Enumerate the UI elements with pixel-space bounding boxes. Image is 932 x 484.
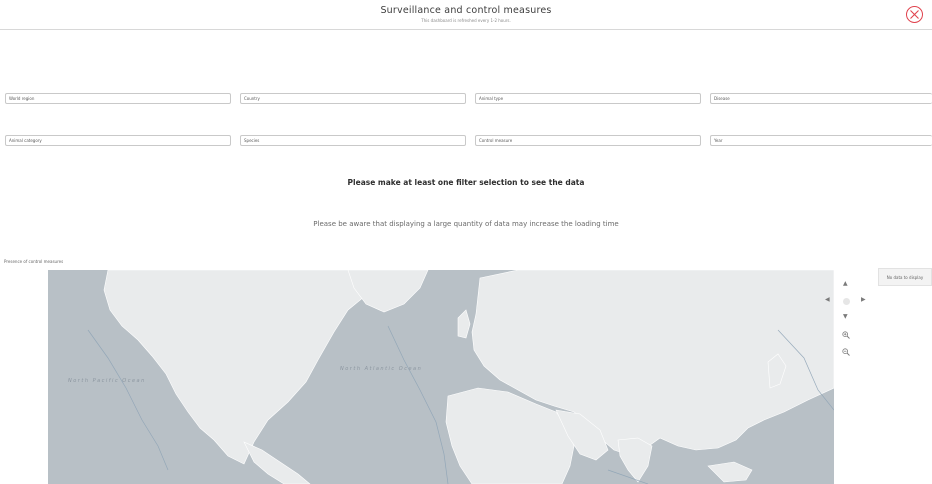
world-map[interactable]: North Pacific Ocean North Atlantic Ocean — [48, 270, 834, 484]
filter-world-region[interactable]: World region — [5, 93, 231, 104]
chevron-right-icon[interactable]: ▶ — [861, 297, 866, 303]
filter-label: Year — [714, 138, 723, 143]
filter-animal-type[interactable]: Animal type — [475, 93, 701, 104]
filter-label: Animal type — [479, 96, 504, 101]
chevron-up-icon[interactable]: ▲ — [843, 281, 848, 287]
filter-label: Animal category — [9, 138, 42, 143]
selection-prompt: Please make at least one filter selectio… — [347, 178, 585, 187]
filter-disease[interactable]: Disease — [710, 93, 932, 104]
filter-label: Control measure — [479, 138, 513, 143]
filter-label: Country — [244, 96, 260, 101]
close-icon — [910, 10, 919, 19]
filter-control-measure[interactable]: Control measure — [475, 135, 701, 146]
no-data-panel: No data to display — [878, 268, 932, 286]
zoom-in-icon[interactable] — [842, 331, 850, 339]
chevron-left-icon[interactable]: ◀ — [825, 297, 830, 303]
loading-warning: Please be aware that displaying a large … — [313, 220, 619, 228]
page-title: Surveillance and control measures — [380, 5, 552, 16]
filter-country[interactable]: Country — [240, 93, 466, 104]
chevron-down-icon[interactable]: ▼ — [843, 314, 848, 320]
filter-label: Disease — [714, 96, 730, 101]
map-basemap — [87, 270, 834, 484]
filter-label: World region — [9, 96, 35, 101]
no-data-text: No data to display — [886, 275, 924, 280]
filter-year[interactable]: Year — [710, 135, 932, 146]
page-subtitle: This dashboard is refreshed every 1-2 ho… — [421, 18, 511, 23]
filter-species[interactable]: Species — [240, 135, 466, 146]
filter-label: Species — [244, 138, 260, 143]
close-button[interactable] — [906, 6, 923, 23]
pan-center-button[interactable] — [843, 298, 850, 305]
ocean-label-atlantic: North Atlantic Ocean — [340, 366, 423, 372]
ocean-label-pacific: North Pacific Ocean — [68, 378, 146, 384]
map-title: Presence of control measures — [4, 259, 64, 264]
dashboard-page: Surveillance and control measures This d… — [0, 0, 932, 484]
zoom-out-icon[interactable] — [842, 348, 850, 356]
header-bar: Surveillance and control measures This d… — [0, 0, 932, 30]
filter-animal-category[interactable]: Animal category — [5, 135, 231, 146]
